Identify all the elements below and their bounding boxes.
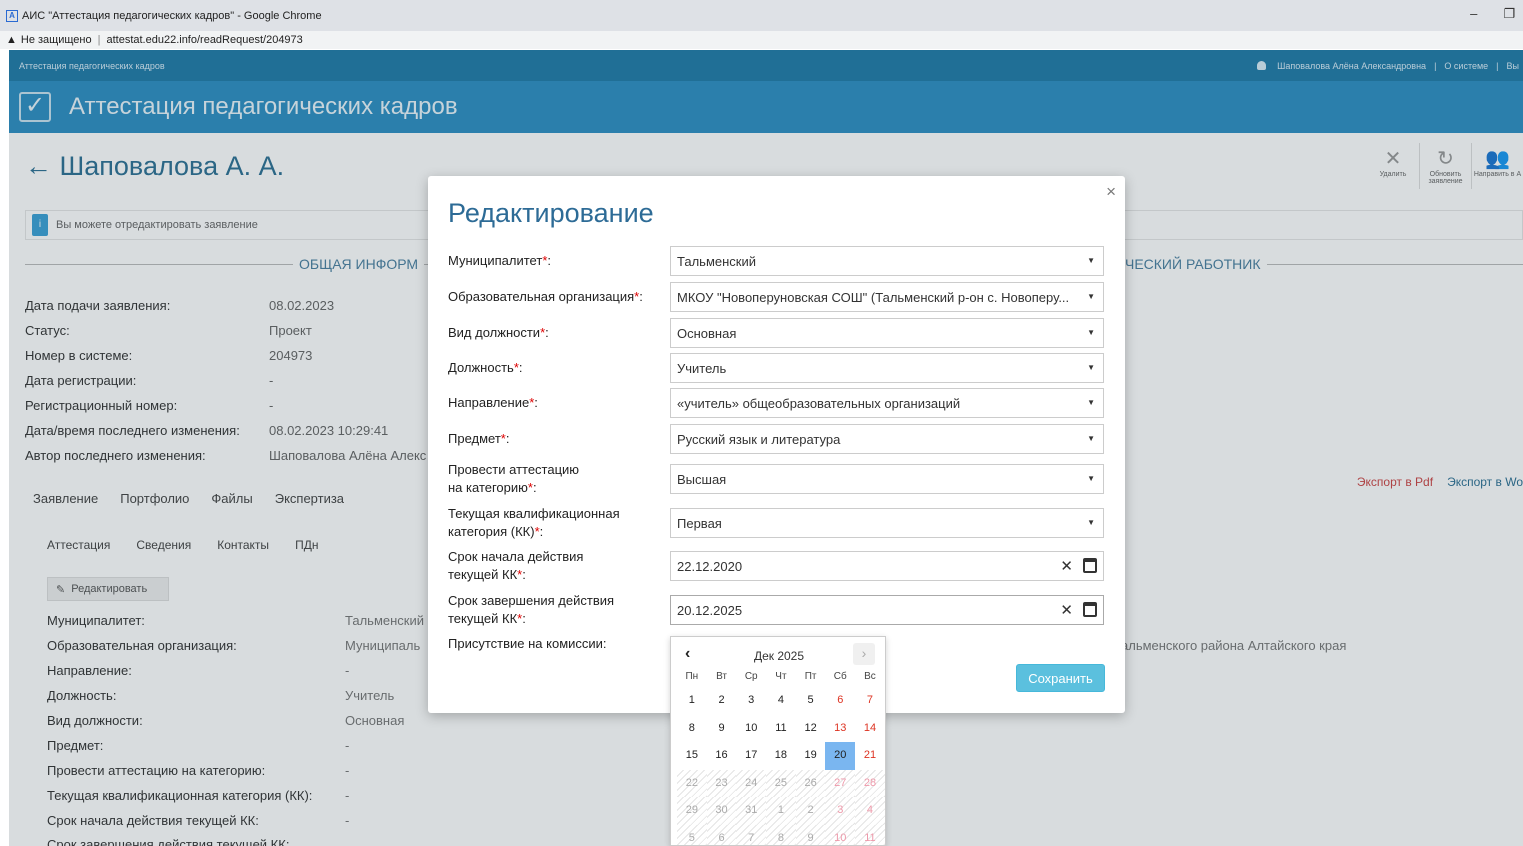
calendar-day[interactable]: 7	[855, 687, 885, 715]
calendar-day[interactable]: 15	[677, 742, 707, 770]
url-text[interactable]: attestat.edu22.info/readRequest/204973	[106, 34, 302, 46]
direction-select[interactable]: «учитель» общеобразовательных организаци…	[670, 388, 1104, 418]
weekday-label: Чт	[775, 671, 787, 682]
calendar-day[interactable]: 5	[796, 687, 826, 715]
save-button[interactable]: Сохранить	[1016, 664, 1105, 692]
start-date-input[interactable]: 22.12.2020 ✕	[670, 551, 1104, 581]
calendar-day[interactable]: 4	[766, 687, 796, 715]
calendar-day[interactable]: 3	[736, 687, 766, 715]
field-direction: Направление*: «учитель» общеобразователь…	[448, 388, 1104, 418]
caret-down-icon: ▼	[1087, 434, 1095, 443]
weekday-label: Пт	[804, 671, 817, 682]
browser-title-bar: A АИС "Аттестация педагогических кадров"…	[0, 0, 1523, 31]
calendar-day[interactable]: 13	[825, 715, 855, 743]
minimize-icon[interactable]: –	[1470, 6, 1477, 22]
calendar-day: 11	[855, 824, 885, 845]
calendar-day[interactable]: 20	[825, 742, 856, 770]
calendar-day: 3	[825, 797, 856, 825]
prev-month-icon[interactable]: ‹	[685, 645, 690, 663]
calendar-day[interactable]: 19	[796, 742, 826, 770]
position-type-select[interactable]: Основная ▼	[670, 318, 1104, 348]
position-select[interactable]: Учитель ▼	[670, 353, 1104, 383]
calendar-day: 31	[736, 797, 767, 825]
edit-modal: × Редактирование Муниципалитет*: Тальмен…	[428, 176, 1125, 713]
calendar-day: 25	[766, 769, 796, 797]
field-start-date: Срок начала действия текущей КК*: 22.12.2…	[448, 548, 1104, 586]
weekday-label: Ср	[744, 671, 758, 682]
field-position-type: Вид должности*: Основная ▼	[448, 318, 1104, 348]
weekday-label: Сб	[833, 671, 847, 682]
calendar-day: 6	[706, 824, 737, 845]
warning-icon: ▲	[6, 34, 17, 46]
municipality-select[interactable]: Тальменский ▼	[670, 246, 1104, 276]
calendar-day[interactable]: 16	[707, 742, 737, 770]
calendar-day: 7	[736, 824, 767, 845]
calendar-day: 8	[766, 824, 796, 845]
calendar-day[interactable]: 12	[796, 715, 826, 743]
calendar-day[interactable]: 14	[855, 715, 885, 743]
calendar-day: 30	[706, 797, 737, 825]
clear-date-icon[interactable]: ✕	[1060, 601, 1073, 619]
calendar-day[interactable]: 18	[766, 742, 796, 770]
calendar-day[interactable]: 21	[855, 742, 885, 770]
calendar-icon[interactable]	[1083, 558, 1097, 573]
calendar-day: 4	[855, 797, 885, 825]
field-end-date: Срок завершения действия текущей КК*: 20.…	[448, 592, 1104, 630]
close-icon[interactable]: ×	[1106, 182, 1116, 202]
calendar-day[interactable]: 2	[707, 687, 737, 715]
caret-down-icon: ▼	[1087, 398, 1095, 407]
calendar-day: 24	[736, 769, 767, 797]
calendar-day[interactable]: 8	[677, 715, 707, 743]
calendar-day: 9	[795, 824, 826, 845]
caret-down-icon: ▼	[1087, 256, 1095, 265]
calendar-day[interactable]: 10	[736, 715, 766, 743]
datepicker: Дек 2025 ‹ › Пн Вт Ср Чт Пт Сб Вс 1 2 3 4 5 6 7 8 9 10 11…	[670, 636, 886, 846]
calendar-day: 10	[825, 824, 856, 845]
weekday-label: Вт	[716, 671, 727, 682]
security-label: Не защищено	[20, 34, 92, 46]
calendar-day: 29	[677, 797, 707, 825]
caret-down-icon: ▼	[1087, 328, 1095, 337]
restore-icon[interactable]: ❐	[1503, 6, 1515, 22]
caret-down-icon: ▼	[1087, 518, 1095, 527]
caret-down-icon: ▼	[1087, 363, 1095, 372]
next-month-icon[interactable]: ›	[853, 643, 875, 665]
calendar-day[interactable]: 9	[707, 715, 737, 743]
datepicker-grid: Пн Вт Ср Чт Пт Сб Вс 1 2 3 4 5 6 7 8 9 10 11 12 13 14 15 16 17 1…	[677, 667, 885, 845]
address-bar[interactable]: ▲ Не защищено | attestat.edu22.info/read…	[0, 31, 1523, 49]
calendar-day[interactable]: 1	[677, 687, 707, 715]
caret-down-icon: ▼	[1087, 474, 1095, 483]
current-category-select[interactable]: Первая ▼	[670, 508, 1104, 538]
calendar-day: 26	[795, 769, 826, 797]
weekday-label: Пн	[685, 671, 699, 682]
field-category: Провести аттестацию на категорию*: Высшая…	[448, 461, 1104, 499]
calendar-day: 1	[766, 797, 796, 825]
calendar-day[interactable]: 6	[825, 687, 855, 715]
calendar-day: 22	[677, 769, 707, 797]
field-organization: Образовательная организация*: МКОУ "Ново…	[448, 282, 1104, 312]
calendar-day: 27	[825, 769, 856, 797]
field-municipality: Муниципалитет*: Тальменский ▼	[448, 246, 1104, 276]
weekday-label: Вс	[864, 671, 876, 682]
end-date-input[interactable]: 20.12.2025 ✕	[670, 595, 1104, 625]
field-subject: Предмет*: Русский язык и литература ▼	[448, 424, 1104, 454]
modal-title: Редактирование	[448, 198, 654, 228]
subject-select[interactable]: Русский язык и литература ▼	[670, 424, 1104, 454]
clear-date-icon[interactable]: ✕	[1060, 557, 1073, 575]
calendar-day: 23	[706, 769, 737, 797]
calendar-day: 2	[795, 797, 826, 825]
calendar-icon[interactable]	[1083, 602, 1097, 617]
field-position: Должность*: Учитель ▼	[448, 353, 1104, 383]
category-select[interactable]: Высшая ▼	[670, 464, 1104, 494]
field-current-category: Текущая квалификационная категория (КК)*:…	[448, 505, 1104, 543]
calendar-day[interactable]: 11	[766, 715, 796, 743]
calendar-day: 28	[855, 769, 885, 797]
organization-select[interactable]: МКОУ "Новоперуновская СОШ" (Тальменский …	[670, 282, 1104, 312]
window-title: АИС "Аттестация педагогических кадров" -…	[22, 9, 322, 22]
calendar-day: 5	[677, 824, 707, 845]
app-favicon-icon: A	[6, 9, 18, 22]
caret-down-icon: ▼	[1087, 292, 1095, 301]
calendar-day[interactable]: 17	[736, 742, 766, 770]
